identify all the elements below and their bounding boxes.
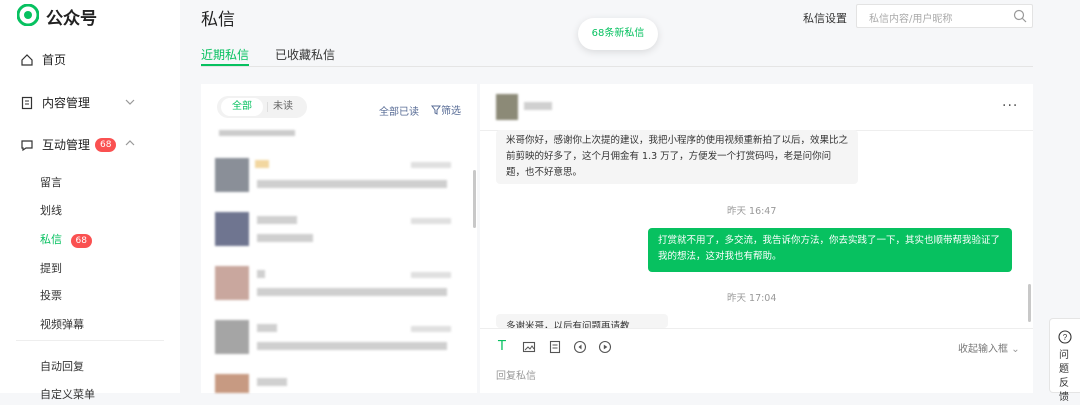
audio-icon[interactable] — [573, 340, 587, 354]
more-icon[interactable]: ··· — [1002, 98, 1018, 114]
chevron-down-icon: ⌄ — [1011, 344, 1020, 355]
sub-auto-reply[interactable]: 自动回复 — [40, 358, 84, 374]
text-format-icon[interactable]: T — [498, 340, 512, 354]
contact-name — [524, 102, 552, 110]
filter-separator — [267, 102, 268, 112]
sub-highlights[interactable]: 划线 — [40, 202, 62, 218]
list-item-preview — [219, 130, 295, 136]
filter-label: 筛选 — [441, 106, 461, 117]
video-icon[interactable] — [598, 340, 612, 354]
private-badge: 68 — [70, 234, 92, 248]
message-timestamp: 昨天 17:04 — [727, 293, 777, 304]
message-timestamp: 昨天 16:47 — [727, 206, 777, 217]
list-scrollbar[interactable] — [473, 170, 476, 228]
filter-button[interactable]: 筛选 — [431, 102, 461, 117]
collapse-label: 收起输入框 — [958, 344, 1008, 355]
message-preview — [257, 234, 313, 242]
contact-name — [257, 216, 297, 224]
sub-custom-menu[interactable]: 自定义菜单 — [40, 386, 95, 402]
sub-comments[interactable]: 留言 — [40, 174, 62, 190]
nav-home[interactable]: 首页 — [20, 51, 66, 68]
timestamp — [411, 218, 451, 224]
new-messages-pill[interactable]: 68条新私信 — [578, 18, 658, 50]
image-icon[interactable] — [522, 340, 536, 354]
wechat-logo-icon — [17, 4, 39, 26]
timestamp — [411, 272, 451, 278]
comment-icon — [21, 139, 33, 151]
mark-all-read-button[interactable]: 全部已读 — [379, 103, 419, 118]
sub-mentions[interactable]: 提到 — [40, 260, 62, 276]
app-name: 公众号 — [46, 9, 97, 29]
contact-name — [257, 324, 277, 332]
message-bubble-received: 多谢米哥，以后有问题再请教 — [496, 314, 668, 328]
avatar — [215, 266, 249, 300]
search-input[interactable]: 私信内容/用户昵称 — [856, 4, 1033, 28]
sub-video-danmaku[interactable]: 视频弹幕 — [40, 316, 84, 332]
nav-content-label: 内容管理 — [42, 96, 91, 110]
filter-all[interactable]: 全部 — [221, 98, 263, 116]
message-preview — [257, 342, 447, 350]
svg-text:?: ? — [1063, 333, 1068, 342]
nav-home-label: 首页 — [42, 53, 67, 67]
chevron-up-icon[interactable] — [124, 137, 136, 149]
contact-name — [257, 378, 287, 386]
contact-name — [255, 160, 269, 168]
article-icon[interactable] — [548, 340, 562, 354]
chevron-down-icon[interactable] — [124, 96, 136, 108]
avatar — [215, 320, 249, 354]
interaction-badge: 68 — [95, 137, 117, 152]
avatar — [215, 158, 249, 192]
avatar — [215, 374, 249, 393]
reply-input[interactable]: 回复私信 — [496, 367, 536, 382]
composer-divider — [480, 328, 1033, 329]
funnel-icon — [431, 105, 441, 115]
sidebar: 公众号 首页 内容管理 互动管理 68 留言 划线 私信 68 提到 投票 视频… — [0, 0, 180, 401]
message-bubble-sent: 打赏就不用了，多交流，我告诉你方法，你去实践了一下，其实也顺带帮我验证了我的想法… — [648, 228, 1012, 272]
timestamp — [411, 326, 451, 332]
help-icon: ? — [1058, 330, 1072, 344]
timestamp — [411, 162, 451, 168]
message-preview — [257, 180, 447, 188]
chat-panel: ··· 米哥你好，感谢你上次提的建议，我把小程序的使用视频重新拍了以后，效果比之… — [480, 84, 1033, 393]
document-icon — [21, 96, 33, 109]
sidebar-divider — [16, 340, 164, 341]
search-placeholder: 私信内容/用户昵称 — [869, 14, 953, 25]
filter-unread[interactable]: 未读 — [273, 96, 293, 118]
contact-name — [257, 270, 265, 278]
tabs-divider — [201, 66, 1033, 67]
nav-interaction-label: 互动管理 — [42, 138, 91, 152]
feedback-label: 问题反馈 — [1059, 350, 1069, 403]
feedback-button[interactable]: ? 问题反馈 — [1049, 318, 1080, 403]
collapse-input-button[interactable]: 收起输入框 ⌄ — [958, 340, 1020, 355]
sub-votes[interactable]: 投票 — [40, 287, 62, 303]
chat-scrollbar[interactable] — [1028, 284, 1031, 322]
nav-interaction[interactable]: 互动管理 68 — [20, 136, 117, 153]
sub-private-label: 私信 — [40, 233, 62, 246]
page-title: 私信 — [201, 10, 235, 30]
message-bubble-received: 米哥你好，感谢你上次提的建议，我把小程序的使用视频重新拍了以后，效果比之前剪映的… — [496, 130, 858, 184]
message-settings-link[interactable]: 私信设置 — [803, 10, 847, 26]
message-preview — [257, 288, 447, 296]
tab-recent[interactable]: 近期私信 — [201, 46, 249, 63]
filter-toggle: 全部 未读 — [217, 96, 307, 118]
search-icon[interactable] — [1013, 9, 1027, 23]
sub-private-messages[interactable]: 私信 68 — [40, 231, 92, 248]
avatar — [496, 94, 518, 120]
tab-saved[interactable]: 已收藏私信 — [275, 46, 335, 63]
conversation-list: 全部 未读 全部已读 筛选 — [201, 84, 477, 393]
avatar — [215, 212, 249, 246]
nav-content[interactable]: 内容管理 — [20, 94, 90, 111]
home-icon — [21, 53, 33, 66]
